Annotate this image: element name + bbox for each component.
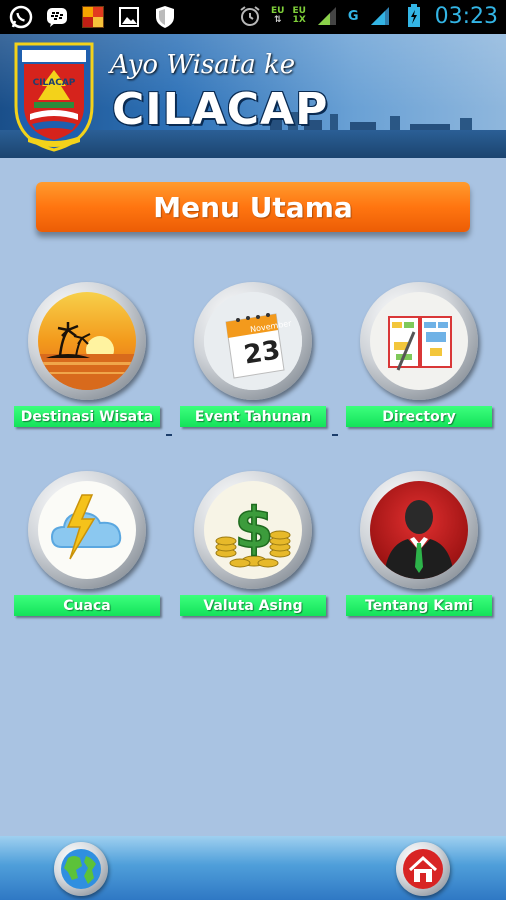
header-subtitle: Ayo Wisata ke: [110, 50, 296, 80]
tile-cuaca[interactable]: Cuaca: [14, 471, 162, 621]
network-2: EU 1X: [292, 6, 306, 25]
bbm-icon: [44, 4, 70, 30]
home-button[interactable]: [396, 842, 450, 896]
signal-icon-2: [367, 3, 393, 29]
divider-mark: [332, 434, 338, 436]
tile-destinasi-wisata[interactable]: Destinasi Wisata: [14, 282, 162, 432]
directory-book-icon: [370, 292, 468, 390]
menu-utama-header: Menu Utama: [36, 182, 470, 232]
network-type: G: [347, 8, 359, 24]
sunset-beach-icon: [38, 292, 136, 390]
alarm-icon: [237, 3, 263, 29]
person-icon: [370, 481, 468, 579]
tile-tentang-kami[interactable]: Tentang Kami: [346, 471, 494, 621]
status-icons: EU ⇅ EU 1X G 03:23: [237, 3, 498, 29]
valuta-asing-label[interactable]: Valuta Asing: [180, 595, 326, 616]
tentang-kami-label[interactable]: Tentang Kami: [346, 595, 492, 616]
tile-valuta-asing[interactable]: $ Valuta Asing: [180, 471, 328, 621]
directory-button[interactable]: [360, 282, 478, 400]
shield-icon: [152, 4, 178, 30]
cuaca-label[interactable]: Cuaca: [14, 595, 160, 616]
tile-event-tahunan[interactable]: November 23 Event Tahunan: [180, 282, 328, 432]
valuta-asing-button[interactable]: $: [194, 471, 312, 589]
notification-icons: [8, 4, 178, 30]
home-icon: [403, 849, 443, 889]
divider-mark: [166, 434, 172, 436]
destinasi-wisata-button[interactable]: [28, 282, 146, 400]
battery-icon: [401, 3, 427, 29]
status-bar: EU ⇅ EU 1X G 03:23: [0, 0, 506, 34]
header-title: CILACAP: [112, 84, 329, 135]
event-tahunan-button[interactable]: November 23: [194, 282, 312, 400]
tile-directory[interactable]: Directory: [346, 282, 494, 432]
signal-icon: [314, 3, 340, 29]
image-icon: [116, 4, 142, 30]
directory-label[interactable]: Directory: [346, 406, 492, 427]
weather-icon: [38, 481, 136, 579]
cilacap-crest-logo: [14, 42, 94, 152]
calendar-day: 23: [241, 335, 283, 371]
clock: 03:23: [434, 3, 498, 29]
globe-button[interactable]: [54, 842, 108, 896]
globe-icon: [61, 849, 101, 889]
crest-text: CILACAP: [32, 78, 76, 88]
event-tahunan-label[interactable]: Event Tahunan: [180, 406, 326, 427]
header-banner: CILACAP Ayo Wisata ke CILACAP: [0, 34, 506, 158]
whatsapp-icon: [8, 4, 34, 30]
network-1: EU ⇅: [270, 6, 285, 25]
svg-text:$: $: [235, 496, 274, 561]
bottom-bar: [0, 836, 506, 900]
app-icon: [80, 4, 106, 30]
money-icon: $: [204, 481, 302, 579]
tentang-kami-button[interactable]: [360, 471, 478, 589]
destinasi-wisata-label[interactable]: Destinasi Wisata: [14, 406, 160, 427]
cuaca-button[interactable]: [28, 471, 146, 589]
